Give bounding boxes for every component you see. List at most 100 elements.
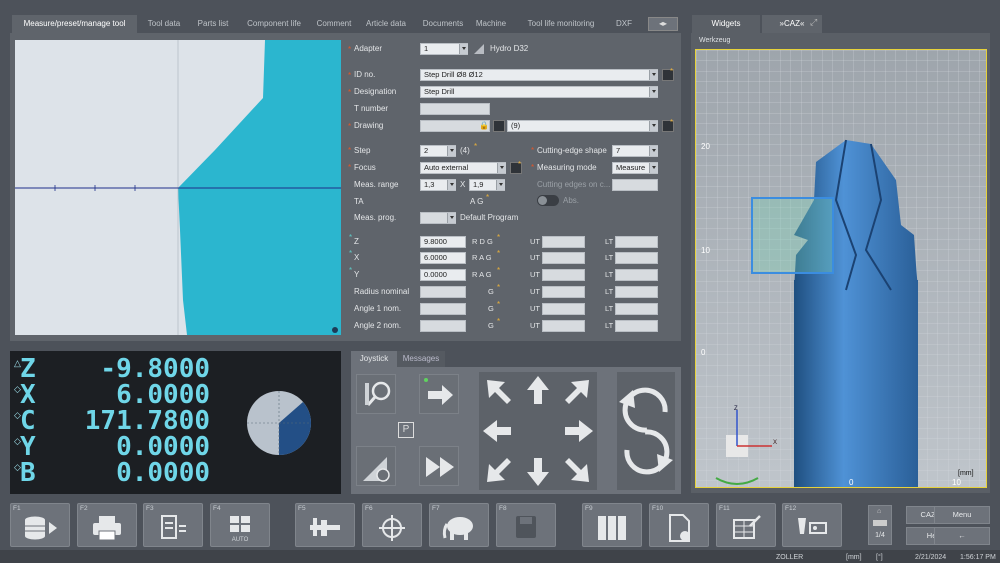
tab-joystick[interactable]: Joystick [351, 351, 397, 367]
chevron-down-icon[interactable] [447, 213, 456, 223]
camera-image-view[interactable] [15, 40, 341, 335]
list-icon [144, 514, 202, 547]
chevron-down-icon[interactable] [497, 163, 506, 173]
fkey-f10[interactable]: F10 [649, 503, 709, 547]
row-value-field[interactable]: 9.8000 [420, 236, 466, 248]
row-lt-field[interactable] [615, 236, 658, 248]
tab-measure-preset-manage[interactable]: Measure/preset/manage tool [12, 15, 137, 33]
fkey-f9[interactable]: F9 [582, 503, 642, 547]
printer-icon [78, 514, 136, 547]
fkey-label: F7 [432, 505, 440, 512]
fast-forward-button[interactable] [419, 446, 459, 486]
row-lt-field[interactable] [615, 303, 658, 315]
chevron-down-icon[interactable] [496, 180, 505, 190]
fkey-f8[interactable]: F8 [496, 503, 556, 547]
adapter-icon [472, 42, 485, 55]
rotate-pad[interactable] [617, 372, 675, 490]
tab-scroll-arrows-icon[interactable]: ◂▸ [648, 17, 678, 31]
fkey-f2[interactable]: F2 [77, 503, 137, 547]
jog-pad[interactable] [479, 372, 597, 490]
tab-article-data[interactable]: Article data [358, 15, 414, 33]
row-ut-field[interactable] [542, 269, 585, 281]
chevron-down-icon[interactable] [447, 146, 456, 156]
tab-tool-life-monitoring[interactable]: Tool life monitoring [512, 15, 610, 33]
row-value-field[interactable] [420, 303, 466, 315]
tab-messages[interactable]: Messages [397, 351, 445, 367]
fkey-f12[interactable]: F12 [782, 503, 842, 547]
row-lt-field[interactable] [615, 320, 658, 332]
row-lt-field[interactable] [615, 252, 658, 264]
tool-3d-viewer[interactable]: 20 10 0 0 10 [mm] Z X [695, 49, 987, 488]
row-ut-field[interactable] [542, 303, 585, 315]
tool-measure-icon [783, 514, 841, 547]
tab-dxf[interactable]: DXF [612, 15, 636, 33]
chevron-down-icon[interactable] [649, 163, 658, 173]
fkey-label: F10 [652, 505, 664, 512]
binders-icon [583, 514, 641, 547]
fkey-f6[interactable]: F6 [362, 503, 422, 547]
chevron-down-icon[interactable] [649, 121, 658, 131]
row-lt-field[interactable] [615, 286, 658, 298]
tab-component-life[interactable]: Component life [238, 15, 310, 33]
id-no-select[interactable]: Step Drill Ø8 Ø12 [420, 69, 658, 81]
fkey-f11[interactable]: F11 [716, 503, 776, 547]
drawing-select[interactable]: (9) [507, 120, 658, 132]
row-flags: R A G [472, 253, 492, 262]
focus-select[interactable]: Auto external [420, 162, 506, 174]
tab-machine[interactable]: Machine [472, 15, 510, 33]
chevron-down-icon[interactable] [649, 146, 658, 156]
jog-arrows-icon [483, 376, 593, 486]
fkey-label: F2 [80, 505, 88, 512]
expand-icon[interactable]: ⤢ [810, 17, 817, 28]
probe-search-button[interactable] [356, 374, 396, 414]
row-lt-field[interactable] [615, 269, 658, 281]
fkey-f7[interactable]: F7 [429, 503, 489, 547]
tab-tool-data[interactable]: Tool data [140, 15, 188, 33]
id-no-label: ID no. [354, 70, 376, 79]
dro-value-b: 0.0000 [116, 458, 210, 488]
tab-comment[interactable]: Comment [312, 15, 356, 33]
lock-icon: 🔒 [479, 121, 489, 130]
row-value-field[interactable]: 6.0000 [420, 252, 466, 264]
chevron-down-icon[interactable] [649, 87, 658, 97]
chevron-down-icon[interactable] [649, 70, 658, 80]
tab-widgets[interactable]: Widgets [692, 15, 760, 33]
designation-label: Designation [354, 87, 397, 96]
t-number-field[interactable] [420, 103, 490, 115]
tab-documents[interactable]: Documents [416, 15, 470, 33]
fkey-f5[interactable]: F5 [295, 503, 355, 547]
row-ut-field[interactable] [542, 236, 585, 248]
chevron-down-icon[interactable] [459, 44, 468, 54]
chevron-down-icon[interactable] [447, 180, 456, 190]
viewer-title: Werkzeug [699, 37, 731, 44]
fkey-label: F9 [585, 505, 593, 512]
row-ut-field[interactable] [542, 286, 585, 298]
cutting-edges-on-field[interactable] [612, 179, 658, 191]
row-ut-field[interactable] [542, 252, 585, 264]
row-value-field[interactable] [420, 320, 466, 332]
measuring-mode-label: Measuring mode [537, 163, 597, 172]
page-indicator: 1/4 [875, 532, 885, 539]
measure-mode-button[interactable] [356, 446, 396, 486]
fkey-f3[interactable]: F3 [143, 503, 203, 547]
page-switch-button[interactable]: ⌂ 1/4 [868, 505, 892, 545]
tab-parts-list[interactable]: Parts list [190, 15, 236, 33]
move-right-button[interactable] [419, 374, 459, 414]
row-ut-field[interactable] [542, 320, 585, 332]
fkey-f1[interactable]: F1 [10, 503, 70, 547]
fkey-f4[interactable]: F4 AUTO [210, 503, 270, 547]
meas-range-x: X [460, 180, 466, 189]
drawing-button[interactable] [493, 120, 505, 132]
parking-icon[interactable]: P [398, 422, 414, 438]
abs-toggle[interactable] [537, 195, 559, 206]
back-button[interactable]: ← [934, 527, 990, 545]
step-label: Step [354, 146, 371, 155]
row-value-field[interactable]: 0.0000 [420, 269, 466, 281]
magnifier-probe-icon [365, 381, 391, 406]
menu-button[interactable]: Menu [934, 506, 990, 524]
axis-z-label: Z [734, 406, 738, 412]
row-value-field[interactable] [420, 286, 466, 298]
ta-ag-flags: A G [470, 197, 484, 206]
designation-select[interactable]: Step Drill [420, 86, 658, 98]
crosshair-icon [363, 514, 421, 547]
